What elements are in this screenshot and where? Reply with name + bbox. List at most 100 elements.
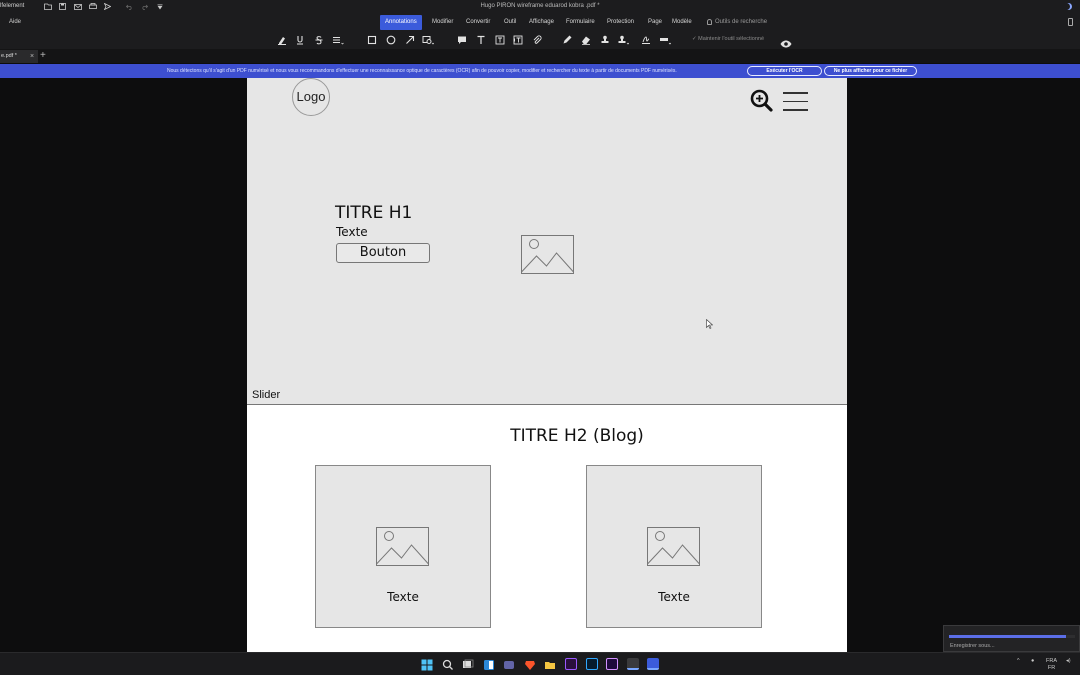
attachment-icon[interactable] <box>531 34 543 46</box>
send-icon[interactable] <box>103 2 112 11</box>
print-icon[interactable] <box>88 2 97 11</box>
wireframe-logo: Logo <box>292 78 330 116</box>
measure-icon[interactable] <box>659 34 671 46</box>
speaker-icon[interactable]: ◂) <box>1066 658 1071 665</box>
widgets-icon[interactable] <box>483 658 495 670</box>
phone-icon[interactable] <box>1068 18 1073 26</box>
text-list-icon[interactable] <box>332 34 344 46</box>
wireframe-h1: TITRE H1 <box>335 203 413 223</box>
tab-affichage[interactable]: Affichage <box>524 15 559 30</box>
tab-formulaire[interactable]: Formulaire <box>561 15 600 30</box>
image-placeholder-icon <box>521 235 575 280</box>
taskbar: ^ ● FRA FR ◂) <box>0 652 1080 675</box>
blog-card: Texte <box>586 465 762 628</box>
signature-icon[interactable] <box>640 34 652 46</box>
search-icon[interactable] <box>442 658 454 670</box>
document-tab[interactable]: e.pdf * × <box>0 50 38 63</box>
close-tab-icon[interactable]: × <box>30 50 34 63</box>
teams-icon[interactable] <box>503 658 515 670</box>
brave-browser-icon[interactable] <box>524 658 536 670</box>
redo-icon[interactable] <box>140 2 149 11</box>
after-effects-icon[interactable] <box>606 658 618 670</box>
mail-icon[interactable] <box>73 2 82 11</box>
highlight-icon[interactable] <box>276 34 288 46</box>
save-progress-bar <box>949 635 1075 638</box>
pdf-app-taskbar-icon[interactable] <box>647 658 659 670</box>
tab-protection[interactable]: Protection <box>602 15 639 30</box>
chevron-up-icon[interactable]: ^ <box>1017 658 1020 665</box>
save-progress-label: Enregistrer sous... <box>950 643 995 649</box>
ocr-banner: Nous détectons qu'il s'agit d'un PDF num… <box>0 64 1080 78</box>
microphone-icon[interactable]: ● <box>1031 658 1034 665</box>
menu-bar: Aide Annotations Modifier Convertir Outi… <box>0 14 1080 31</box>
text-tool-icon[interactable] <box>475 34 487 46</box>
mouse-cursor-icon <box>706 316 714 334</box>
annotation-toolbar: ✓ Maintenir l'outil sélectionné <box>0 31 1080 49</box>
keep-tool-label: Maintenir l'outil sélectionné <box>698 36 765 42</box>
tab-modele[interactable]: Modèle <box>667 15 697 30</box>
search-tools[interactable]: Outils de recherche <box>707 19 767 25</box>
photoshop-icon[interactable] <box>586 658 598 670</box>
ocr-message: Nous détectons qu'il s'agit d'un PDF num… <box>167 68 677 74</box>
app-name: lfelement <box>0 3 25 9</box>
textbox-icon[interactable] <box>494 34 506 46</box>
stamp-menu-icon[interactable] <box>617 34 629 46</box>
callout-icon[interactable] <box>512 34 524 46</box>
pdf-page[interactable]: Logo TITRE H1 Texte Bouton Slider TITRE … <box>247 78 847 652</box>
wireframe-text: Texte <box>336 225 368 239</box>
arrow-icon[interactable] <box>404 34 416 46</box>
task-view-icon[interactable] <box>462 658 474 670</box>
stamp-icon[interactable] <box>599 34 611 46</box>
blog-card: Texte <box>315 465 491 628</box>
tab-convertir[interactable]: Convertir <box>461 15 495 30</box>
circle-icon[interactable] <box>385 34 397 46</box>
pdfelement-taskbar-icon[interactable] <box>627 658 639 670</box>
title-bar: lfelement Hugo PIRON wireframe eduarod k… <box>0 0 1080 14</box>
wireframe-hero: Logo TITRE H1 Texte Bouton Slider <box>247 78 847 405</box>
wireframe-button: Bouton <box>336 243 430 263</box>
search-tools-label: Outils de recherche <box>715 19 768 25</box>
tab-outil[interactable]: Outil <box>499 15 521 30</box>
save-progress-popup: Enregistrer sous... <box>943 625 1080 652</box>
run-ocr-button[interactable]: Exécuter l'OCR <box>747 66 822 76</box>
windows-start-icon[interactable] <box>421 658 433 671</box>
tab-modifier[interactable]: Modifier <box>427 15 458 30</box>
file-explorer-icon[interactable] <box>544 658 556 670</box>
blog-card-text: Texte <box>387 590 419 604</box>
wireframe-h2: TITRE H2 (Blog) <box>510 426 644 446</box>
image-placeholder-icon <box>647 527 701 572</box>
app-window: lfelement Hugo PIRON wireframe eduarod k… <box>0 0 1080 675</box>
search-zoom-icon <box>750 89 773 117</box>
customize-icon[interactable] <box>155 2 164 11</box>
pencil-icon[interactable] <box>561 34 573 46</box>
lightbulb-icon <box>707 19 712 25</box>
keep-tool-checkbox[interactable]: ✓ Maintenir l'outil sélectionné <box>692 36 764 42</box>
undo-icon[interactable] <box>125 2 134 11</box>
slider-label: Slider <box>252 389 281 401</box>
document-tab-label: e.pdf * <box>1 53 17 59</box>
tab-page[interactable]: Page <box>643 15 667 30</box>
blog-card-text: Texte <box>658 590 690 604</box>
rectangle-icon[interactable] <box>366 34 378 46</box>
region-code: FR <box>1047 665 1056 671</box>
document-tab-bar: e.pdf * × + <box>0 49 1080 63</box>
menu-help[interactable]: Aide <box>9 19 21 25</box>
theme-moon-icon[interactable] <box>1065 3 1072 10</box>
strikethrough-icon[interactable] <box>313 34 325 46</box>
language-indicator[interactable]: FRA FR <box>1046 658 1057 672</box>
eraser-icon[interactable] <box>580 34 592 46</box>
add-tab-icon[interactable]: + <box>40 49 46 62</box>
hamburger-menu-icon <box>783 92 808 118</box>
underline-icon[interactable] <box>294 34 306 46</box>
comment-icon[interactable] <box>456 34 468 46</box>
premiere-pro-icon[interactable] <box>565 658 577 670</box>
folder-icon[interactable] <box>43 2 52 11</box>
dont-show-again-button[interactable]: Ne plus afficher pour ce fichier <box>824 66 917 76</box>
image-placeholder-icon <box>376 527 430 572</box>
save-progress-fill <box>949 635 1067 638</box>
shapes-icon[interactable] <box>422 34 434 46</box>
save-icon[interactable] <box>58 2 67 11</box>
tab-annotations[interactable]: Annotations <box>380 15 422 30</box>
document-canvas[interactable]: Logo TITRE H1 Texte Bouton Slider TITRE … <box>0 78 1080 652</box>
language-code: FRA <box>1046 658 1057 664</box>
